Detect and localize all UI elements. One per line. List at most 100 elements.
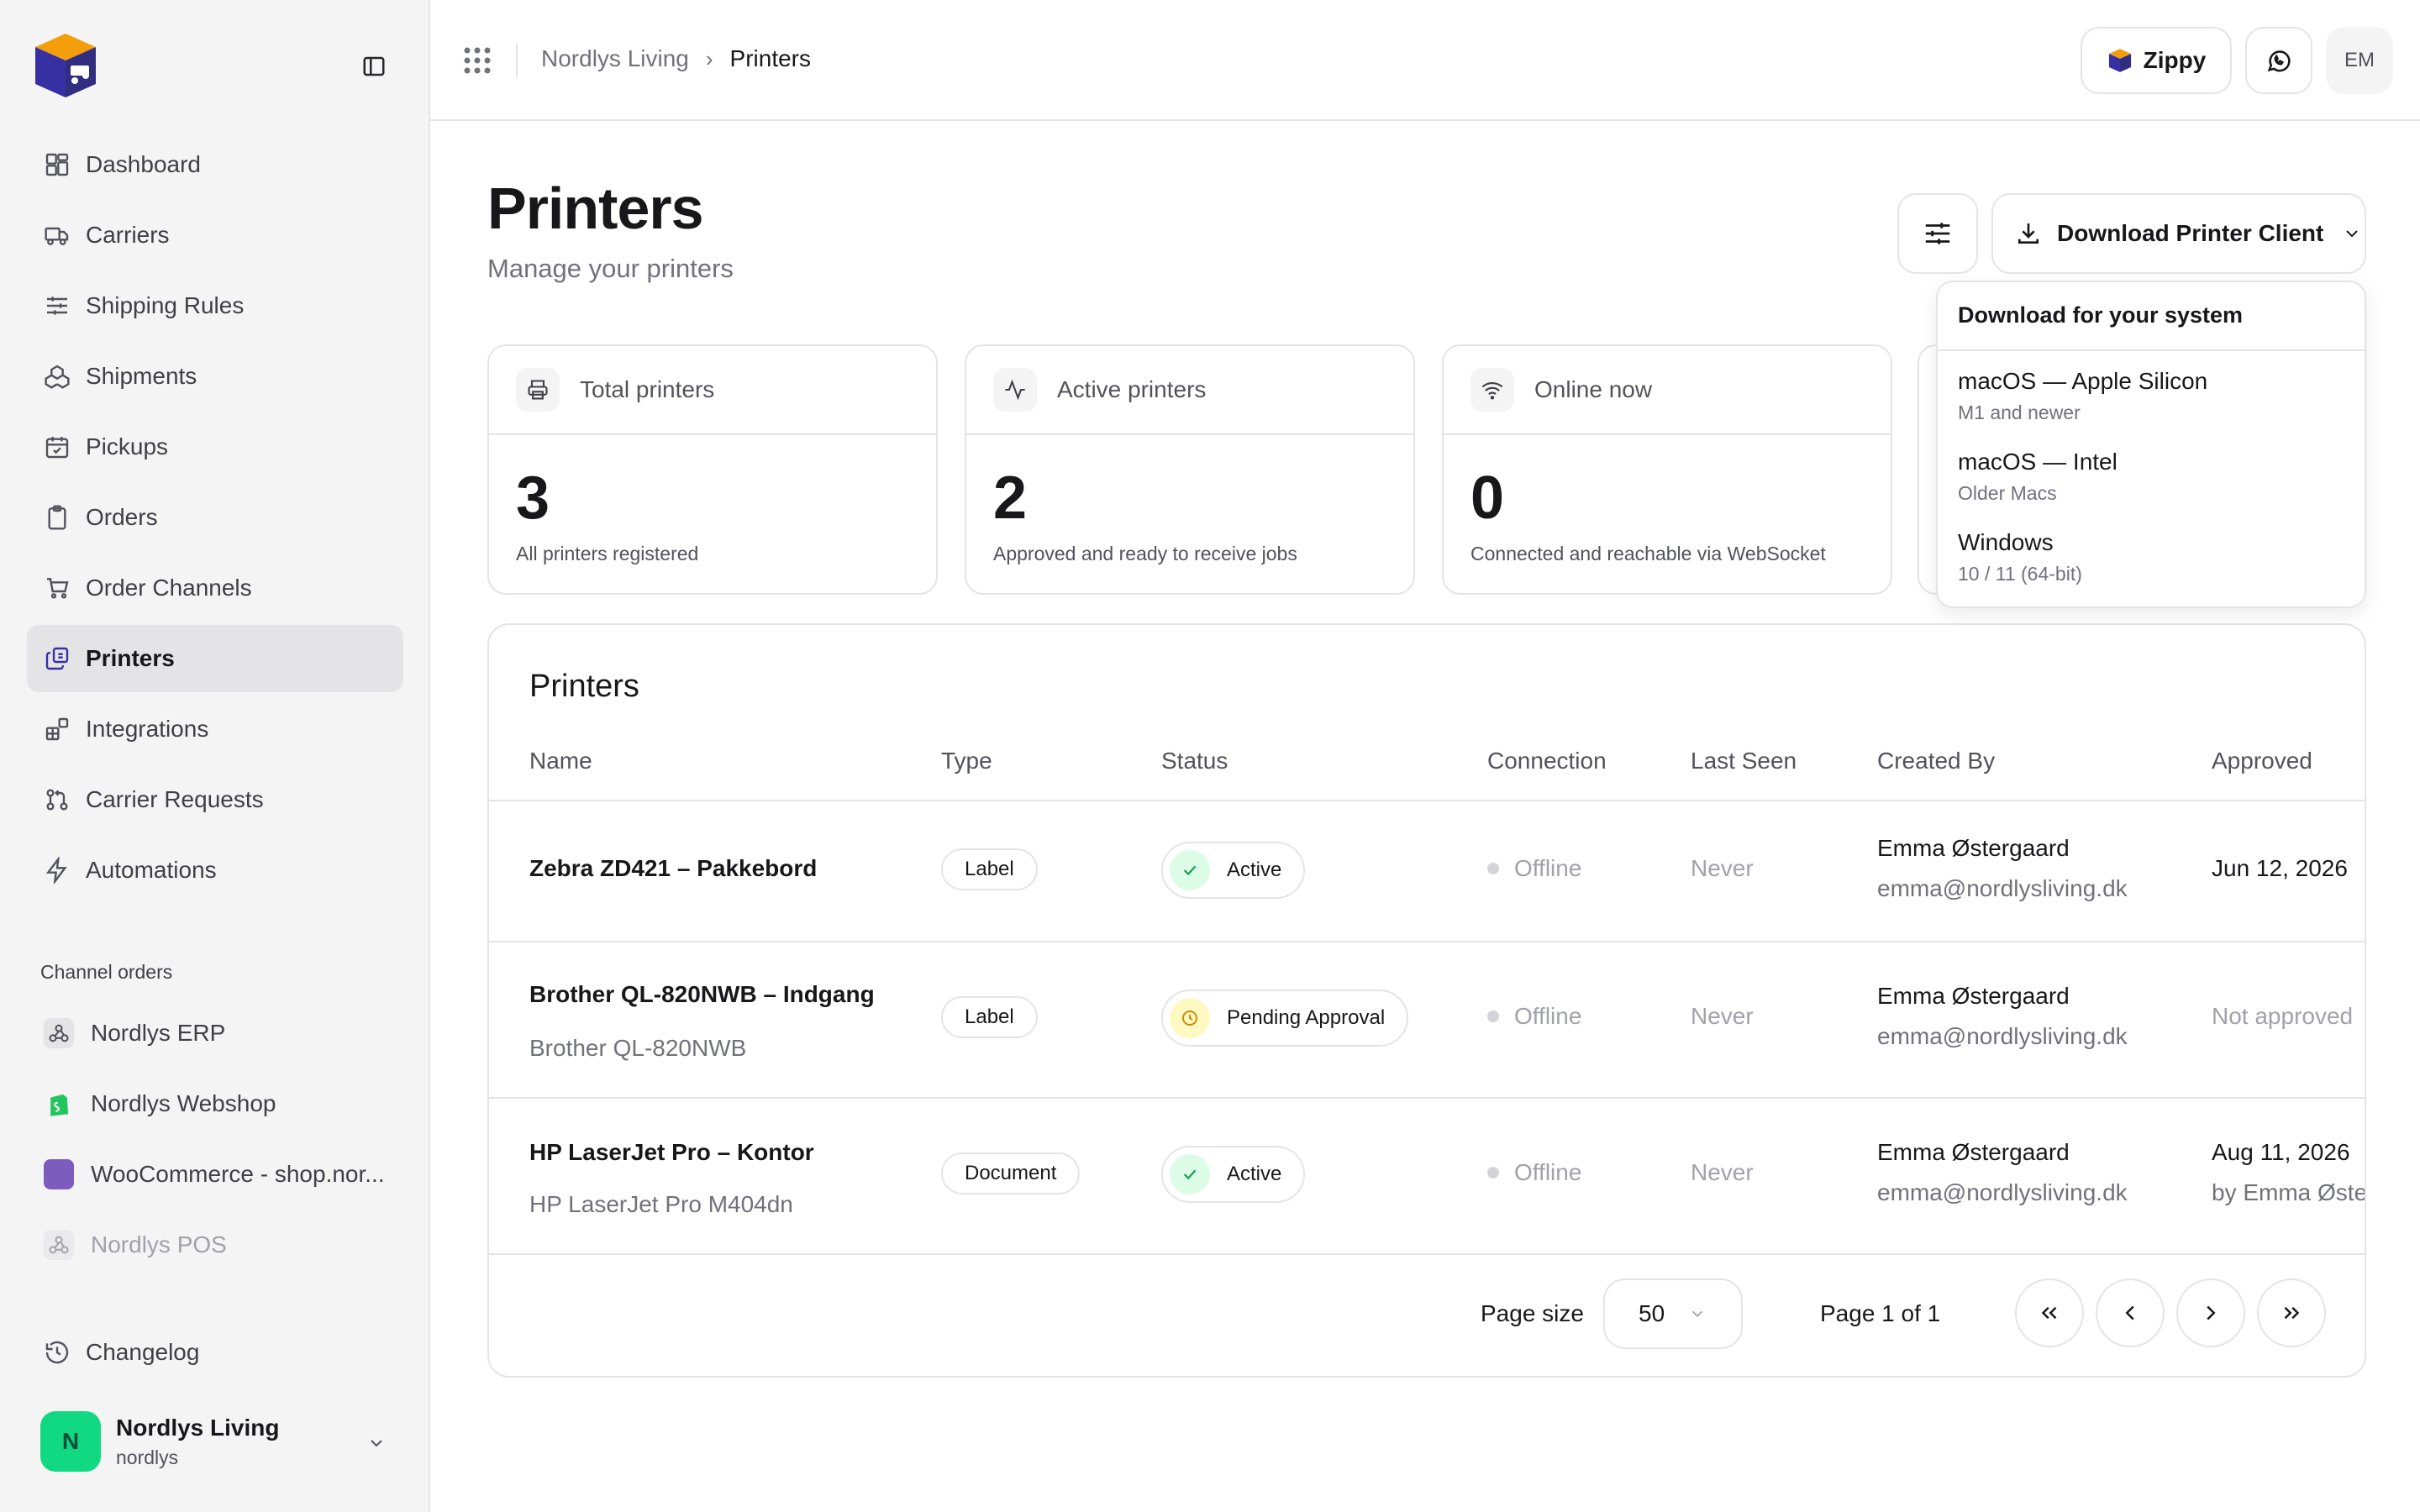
sidebar-item-shipments[interactable]: Shipments xyxy=(27,343,403,410)
zippy-button[interactable]: Zippy xyxy=(2081,27,2232,94)
sidebar-item-changelog[interactable]: Changelog xyxy=(27,1319,403,1386)
clipboard-icon xyxy=(48,505,66,530)
type-badge: Label xyxy=(941,996,1038,1038)
last-seen: Never xyxy=(1691,1003,1754,1029)
connection-label: Offline xyxy=(1514,1003,1582,1029)
channel-item-nordlys-pos[interactable]: Nordlys POS xyxy=(27,1211,403,1278)
channel-item-woocommerce[interactable]: WooCommerce - shop.nor... xyxy=(27,1141,403,1208)
sidebar-changelog: Changelog xyxy=(27,1319,403,1389)
menu-item-macos-apple-silicon[interactable]: macOS — Apple Silicon M1 and newer xyxy=(1938,351,2365,432)
menu-item-subtitle: Older Macs xyxy=(1958,482,2057,504)
sidebar-toggle-button[interactable] xyxy=(360,52,388,81)
previous-page-button[interactable] xyxy=(2096,1278,2165,1347)
connection-status: Offline xyxy=(1487,1003,1581,1030)
activity-icon xyxy=(993,368,1037,412)
download-icon xyxy=(2018,223,2039,244)
boxes-icon xyxy=(45,365,70,389)
page-size-select[interactable]: 50 xyxy=(1603,1278,1743,1349)
menu-item-subtitle: 10 / 11 (64-bit) xyxy=(1958,563,2082,585)
column-header-approved[interactable]: Approved xyxy=(2212,748,2312,774)
column-header-type[interactable]: Type xyxy=(941,748,992,774)
stat-description: Approved and ready to receive jobs xyxy=(993,543,1297,564)
sidebar-item-label: Orders xyxy=(86,504,158,530)
woocommerce-icon xyxy=(44,1159,74,1189)
check-icon xyxy=(1170,850,1210,890)
column-header-created-by[interactable]: Created By xyxy=(1877,748,1995,774)
sidebar-item-label: Changelog xyxy=(86,1339,200,1365)
column-header-status[interactable]: Status xyxy=(1161,748,1228,774)
status-badge: Active xyxy=(1161,1146,1306,1203)
created-by-name: Emma Østergaard xyxy=(1877,983,2070,1009)
page-info: Page 1 of 1 xyxy=(1820,1300,1941,1326)
stat-value: 0 xyxy=(1470,465,1505,532)
last-page-button[interactable] xyxy=(2257,1278,2326,1347)
status-label: Active xyxy=(1227,1163,1282,1185)
user-avatar-button[interactable]: EM xyxy=(2326,27,2393,94)
grid-apps-icon[interactable] xyxy=(460,44,494,77)
printer-name[interactable]: Brother QL-820NWB – Indgang xyxy=(529,981,875,1008)
channel-item-nordlys-webshop[interactable]: Nordlys Webshop xyxy=(27,1070,403,1137)
table-row[interactable]: HP LaserJet Pro – Kontor HP LaserJet Pro… xyxy=(489,1097,2365,1253)
first-page-button[interactable] xyxy=(2015,1278,2084,1347)
sidebar-item-dashboard[interactable]: Dashboard xyxy=(27,131,403,198)
truck-icon xyxy=(45,227,69,245)
wifi-icon xyxy=(1470,368,1514,412)
chevron-left-icon xyxy=(2125,1305,2134,1320)
sidebar-item-integrations[interactable]: Integrations xyxy=(27,696,403,763)
chevron-right-icon xyxy=(2207,1305,2216,1320)
sidebar-item-label: Printers xyxy=(86,645,175,671)
created-by-name: Emma Østergaard xyxy=(1877,835,2070,861)
dashboard-icon xyxy=(45,153,69,176)
channel-orders-heading: Channel orders xyxy=(40,961,173,983)
sidebar-item-carrier-requests[interactable]: Carrier Requests xyxy=(27,766,403,833)
stat-value: 3 xyxy=(516,465,550,532)
zippy-label: Zippy xyxy=(2143,47,2207,73)
table-row[interactable]: Brother QL-820NWB – Indgang Brother QL-8… xyxy=(489,941,2365,1097)
sidebar-item-label: Dashboard xyxy=(86,151,201,177)
stat-card-active-printers: Active printers 2 Approved and ready to … xyxy=(965,344,1415,595)
sidebar-item-printers[interactable]: Printers xyxy=(27,625,403,692)
channel-item-nordlys-erp[interactable]: Nordlys ERP xyxy=(27,1000,403,1067)
webhook-icon xyxy=(44,1018,74,1048)
column-header-last-seen[interactable]: Last Seen xyxy=(1691,748,1797,774)
app-logo[interactable] xyxy=(29,29,103,102)
sidebar-item-automations[interactable]: Automations xyxy=(27,837,403,904)
dropdown-header: Download for your system xyxy=(1938,282,2365,351)
breadcrumb-link[interactable]: Nordlys Living xyxy=(541,45,689,72)
sidebar-item-pickups[interactable]: Pickups xyxy=(27,413,403,480)
sidebar-item-shipping-rules[interactable]: Shipping Rules xyxy=(27,272,403,339)
account-name: Nordlys Living xyxy=(116,1414,280,1441)
printer-icon xyxy=(516,368,560,412)
next-page-button[interactable] xyxy=(2176,1278,2245,1347)
status-badge: Active xyxy=(1161,842,1306,899)
printer-name[interactable]: Zebra ZD421 – Pakkebord xyxy=(529,855,817,882)
menu-item-windows[interactable]: Windows 10 / 11 (64-bit) xyxy=(1938,512,2365,593)
sidebar-item-orders[interactable]: Orders xyxy=(27,484,403,551)
column-header-name[interactable]: Name xyxy=(529,748,592,774)
status-badge: Pending Approval xyxy=(1161,990,1409,1047)
chevrons-right-icon xyxy=(2284,1306,2300,1320)
chevrons-left-icon xyxy=(2041,1306,2057,1320)
sidebar-item-label: Order Channels xyxy=(86,575,252,601)
account-switcher[interactable]: N Nordlys Living nordlys xyxy=(27,1401,403,1482)
sidebar-item-label: Carriers xyxy=(86,222,170,248)
created-by-email: emma@nordlysliving.dk xyxy=(1877,1179,2128,1205)
status-label: Active xyxy=(1227,858,1282,881)
column-header-connection[interactable]: Connection xyxy=(1487,748,1607,774)
stat-label: Online now xyxy=(1534,376,1653,402)
download-printer-client-button[interactable]: Download Printer Client xyxy=(1991,193,2366,274)
stat-description: Connected and reachable via WebSocket xyxy=(1470,543,1826,564)
download-button-label: Download Printer Client xyxy=(2057,220,2324,246)
printer-name[interactable]: HP LaserJet Pro – Kontor xyxy=(529,1139,814,1166)
chat-button[interactable] xyxy=(2245,27,2312,94)
menu-item-macos-intel[interactable]: macOS — Intel Older Macs xyxy=(1938,432,2365,512)
channel-item-label: Nordlys ERP xyxy=(91,1020,226,1046)
type-badge: Label xyxy=(941,848,1038,890)
printer-model: HP LaserJet Pro M404dn xyxy=(529,1191,793,1217)
sidebar-item-carriers[interactable]: Carriers xyxy=(27,202,403,269)
filter-button[interactable] xyxy=(1897,193,1978,274)
sidebar-item-order-channels[interactable]: Order Channels xyxy=(27,554,403,622)
chevron-down-icon xyxy=(371,1440,382,1447)
sidebar-item-label: Carrier Requests xyxy=(86,786,264,812)
table-row[interactable]: Zebra ZD421 – Pakkebord Label Active Off… xyxy=(489,800,2365,941)
